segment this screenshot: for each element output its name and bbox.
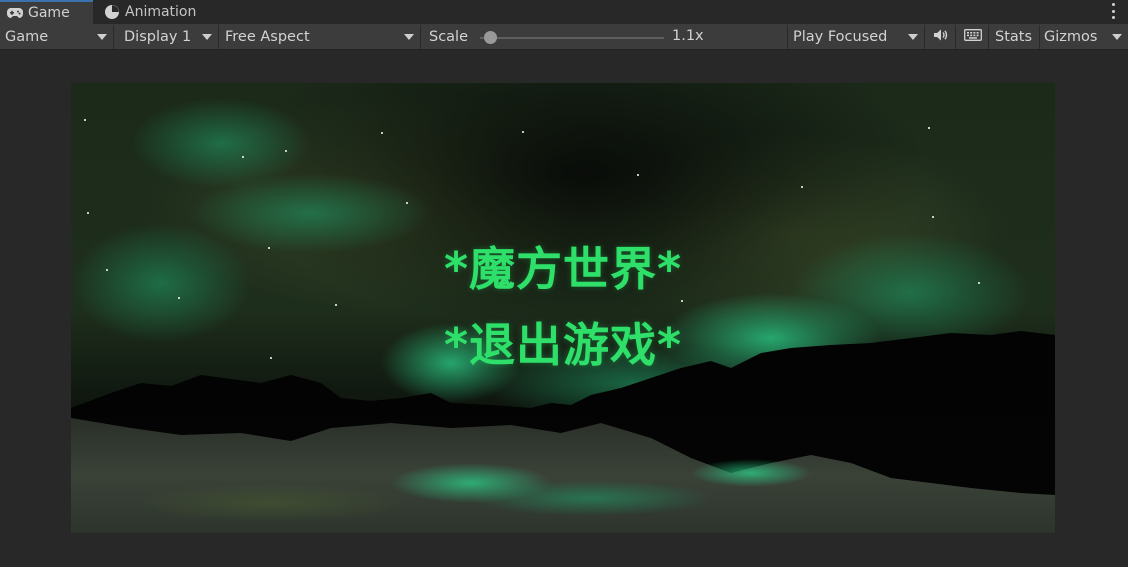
game-viewport: *魔方世界* *退出游戏* [0,50,1128,567]
chevron-down-icon [404,34,414,40]
gamepad-icon [7,5,23,21]
stats-button[interactable]: Stats [990,25,1040,49]
game-render[interactable]: *魔方世界* *退出游戏* [71,83,1055,533]
start-game-menu-item[interactable]: *魔方世界* [71,233,1055,299]
chevron-down-icon [1112,34,1122,40]
keyboard-shortcuts-button[interactable] [957,25,989,49]
play-mode-dropdown[interactable]: Play Focused [787,25,925,49]
stats-label: Stats [995,29,1033,45]
tab-animation[interactable]: Animation [102,0,196,24]
more-options-icon[interactable] [1110,3,1116,19]
display-label: Display 1 [124,29,192,45]
tab-game[interactable]: Game [0,0,93,24]
gizmos-button[interactable]: Gizmos [1041,25,1103,49]
aurora-skybox-background [71,83,1055,533]
scale-control: Scale 1.1x [422,25,786,49]
view-mode-label: Game [5,29,49,45]
window-tab-bar: Game Animation [0,0,1128,24]
tab-game-label: Game [28,5,70,21]
scale-value: 1.1x [672,28,704,44]
scale-slider-thumb[interactable] [484,31,497,44]
keyboard-icon [963,29,982,45]
view-mode-dropdown[interactable]: Game [0,25,114,49]
gizmos-label: Gizmos [1044,29,1098,45]
scale-label: Scale [429,29,469,45]
display-dropdown[interactable]: Display 1 [115,25,219,49]
tab-animation-label: Animation [125,4,197,20]
aspect-dropdown[interactable]: Free Aspect [220,25,421,49]
chevron-down-icon [908,34,918,40]
animation-clock-icon [104,4,120,20]
chevron-down-icon [202,34,212,40]
scale-slider-track[interactable] [480,37,664,39]
mute-audio-button[interactable] [926,25,956,49]
chevron-down-icon [97,34,107,40]
speaker-icon [933,28,949,46]
quit-game-menu-item[interactable]: *退出游戏* [71,309,1055,375]
gizmos-dropdown[interactable] [1103,25,1128,49]
play-mode-label: Play Focused [793,29,888,45]
aspect-label: Free Aspect [225,29,310,45]
game-view-toolbar: Game Display 1 Free Aspect Scale 1.1x Pl… [0,24,1128,50]
